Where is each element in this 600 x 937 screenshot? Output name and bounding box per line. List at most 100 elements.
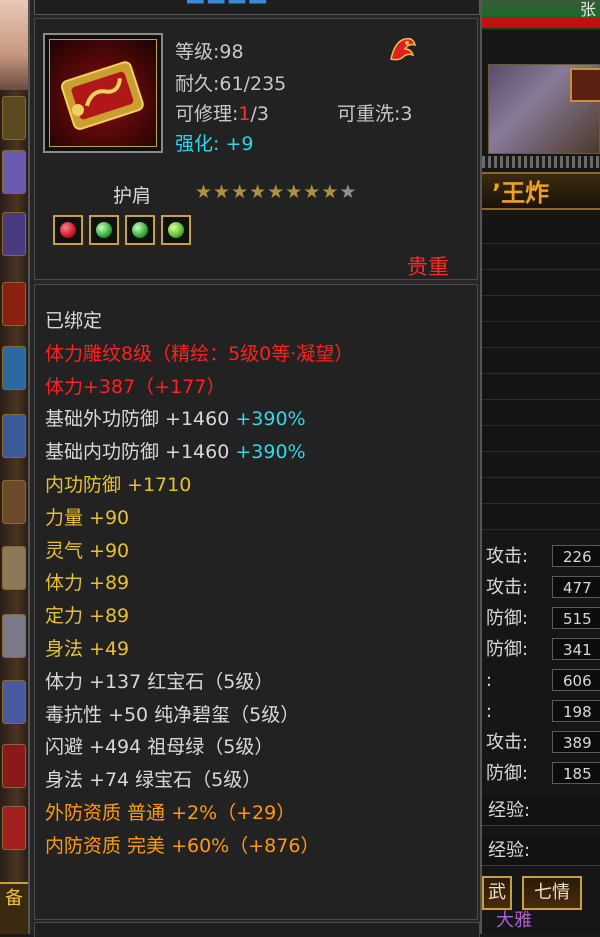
skill-icon[interactable] (2, 614, 26, 658)
gem-slot[interactable] (53, 215, 83, 245)
stat-line: 基础内功防御 +1460 +390% (45, 436, 353, 469)
star-filled-icon: ★ (303, 181, 322, 203)
skill-icon[interactable] (2, 546, 26, 590)
stat-line: 身法 +74 绿宝石（5级） (45, 764, 353, 797)
attribute-row (482, 452, 600, 478)
rarity-label: 贵重 (407, 255, 449, 279)
skill-icon[interactable] (2, 680, 26, 724)
stat-text: 体力雕纹8级（精绘：5级0等·凝望） (45, 342, 354, 365)
item-icon-frame (43, 33, 163, 153)
panel-toggle-button[interactable] (570, 68, 600, 102)
tooltip-footer (34, 922, 480, 937)
gem-slot[interactable] (125, 215, 155, 245)
stat-text: 定力 +89 (45, 605, 130, 628)
star-filled-icon: ★ (231, 181, 250, 203)
stat-text: 体力+387（+177） (45, 375, 226, 398)
stat-text: 体力 +89 (45, 572, 130, 595)
item-level: 等级:98 (175, 41, 244, 63)
combat-stat-row: 防御: 185 (482, 759, 600, 789)
stat-line: 体力 +137 红宝石（5级） (45, 666, 353, 699)
tab-seven-emotions[interactable]: 七情 (522, 876, 582, 910)
combat-stat-row: 攻击: 477 (482, 573, 600, 603)
combat-stat-label: : (486, 701, 493, 722)
star-filled-icon: ★ (267, 181, 286, 203)
attribute-row (482, 348, 600, 374)
repairable-prefix: 可修理: (175, 103, 239, 125)
red-gem-icon (60, 222, 76, 238)
stat-line: 体力 +89 (45, 567, 353, 600)
attribute-row (482, 426, 600, 452)
shoulder-armor-icon (49, 39, 157, 147)
stat-text: 外防资质 普通 +2%（+29） (45, 801, 296, 824)
item-name: 护肩 (113, 185, 152, 207)
combat-stat-value: 389 (552, 731, 600, 753)
star-filled-icon: ★ (285, 181, 304, 203)
star-filled-icon: ★ (195, 181, 214, 203)
skill-icon[interactable] (2, 346, 26, 390)
combat-stat-value: 515 (552, 607, 600, 629)
skill-icon[interactable] (2, 212, 26, 256)
attribute-row (482, 400, 600, 426)
combat-stat-value: 606 (552, 669, 600, 691)
tooltip-stats: 已绑定体力雕纹8级（精绘：5级0等·凝望） 体力+387（+177） 基础外功防御 … (34, 284, 478, 920)
stat-text: 已绑定 (45, 310, 103, 332)
skill-icon[interactable] (2, 282, 26, 326)
stat-list: 已绑定体力雕纹8级（精绘：5级0等·凝望） 体力+387（+177） 基础外功防御 … (45, 305, 353, 863)
attribute-row (482, 270, 600, 296)
repairable-current: 1 (238, 103, 251, 125)
stat-text: +390% (235, 408, 306, 431)
stat-text: +390% (235, 441, 306, 464)
combat-stat-label: 攻击: (486, 546, 529, 567)
attribute-row (482, 218, 600, 244)
stat-line: 力量 +90 (45, 502, 353, 535)
green-gem-icon (96, 222, 112, 238)
stat-line: 基础外功防御 +1460 +390% (45, 403, 353, 436)
equipment-button[interactable]: 备 (0, 882, 28, 934)
combat-stat-row: : 606 (482, 666, 600, 696)
attribute-row (482, 296, 600, 322)
tab-martial[interactable]: 武 (482, 876, 512, 910)
combat-stat-label: 防御: (486, 763, 529, 784)
stat-line: 身法 +49 (45, 633, 353, 666)
attribute-row (482, 478, 600, 504)
combat-stat-row: : 198 (482, 697, 600, 727)
stat-line: 毒抗性 +50 纯净碧玺（5级） (45, 699, 353, 732)
skill-icon[interactable] (2, 480, 26, 524)
item-enhance: 强化: +9 (175, 133, 254, 155)
stat-line: 灵气 +90 (45, 535, 353, 568)
combat-stat-row: 攻击: 389 (482, 728, 600, 758)
stat-line: 内功防御 +1710 (45, 469, 353, 502)
character-name: 张 (579, 0, 596, 19)
star-filled-icon: ★ (249, 181, 268, 203)
skill-icon[interactable] (2, 414, 26, 458)
gem-slot[interactable] (89, 215, 119, 245)
character-title: ’王炸 (482, 172, 600, 210)
dragon-emblem-icon (390, 37, 417, 61)
stat-text: 内功防御 +1710 (45, 473, 192, 496)
skill-icon[interactable] (2, 150, 26, 194)
stat-line: 体力雕纹8级（精绘：5级0等·凝望） (45, 338, 353, 371)
stat-line: 体力+387（+177） (45, 371, 353, 404)
skill-icon[interactable] (2, 806, 26, 850)
star-filled-icon: ★ (213, 181, 232, 203)
skill-icon[interactable] (2, 96, 26, 140)
combat-stat-row: 防御: 341 (482, 635, 600, 665)
stat-text: 基础内功防御 +1460 (45, 441, 236, 464)
tooltip-header: ▬▬▬▬ (34, 0, 480, 15)
star-rating: ★★★★★★★★★ (195, 181, 357, 203)
combat-stat-value: 226 (552, 545, 600, 567)
combat-stat-value: 185 (552, 762, 600, 784)
stat-text: 毒抗性 +50 纯净碧玺（5级） (45, 703, 300, 726)
gem-slot[interactable] (161, 215, 191, 245)
character-portrait[interactable] (0, 0, 28, 90)
combat-stat-value: 198 (552, 700, 600, 722)
combat-stat-label: 防御: (486, 608, 529, 629)
emerald-gem-icon (168, 222, 184, 238)
combat-stat-value: 477 (552, 576, 600, 598)
skill-icon[interactable] (2, 744, 26, 788)
repairable-suffix: /3 (250, 103, 270, 125)
stat-text: 身法 +74 绿宝石（5级） (45, 769, 262, 792)
stat-line: 定力 +89 (45, 600, 353, 633)
combat-stat-label: 防御: (486, 639, 529, 660)
stat-text: 基础外功防御 +1460 (45, 408, 236, 431)
